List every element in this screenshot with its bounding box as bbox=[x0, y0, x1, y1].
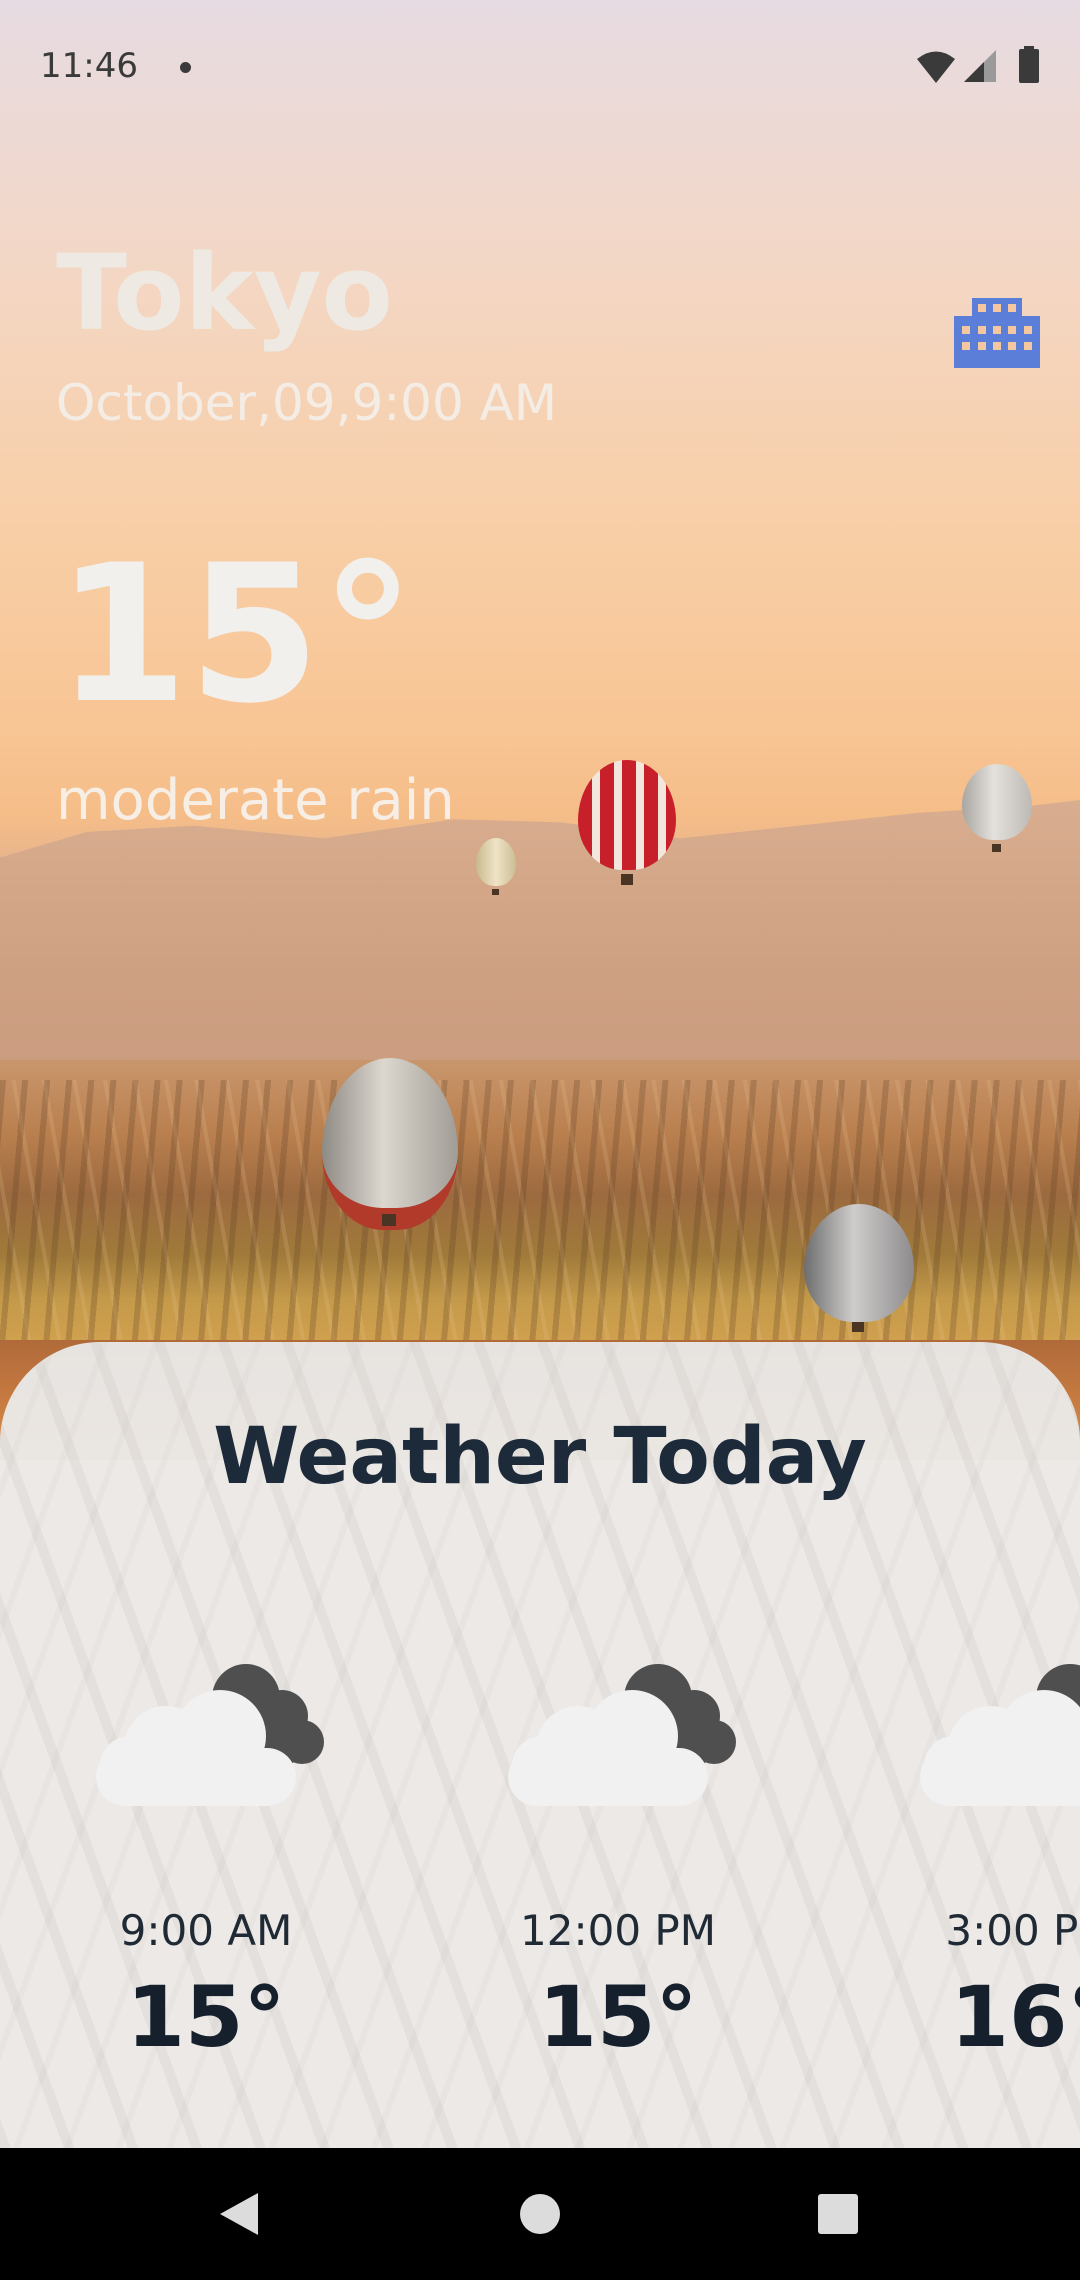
hot-air-balloon-small bbox=[476, 838, 516, 896]
back-icon bbox=[220, 2193, 258, 2235]
status-bar: 11:46 bbox=[0, 0, 1080, 136]
hot-air-balloon-grey bbox=[804, 1204, 914, 1332]
status-time: 11:46 bbox=[40, 46, 138, 86]
forecast-item[interactable]: 9:00 AM 15° bbox=[56, 1656, 356, 2086]
current-temperature: 15° bbox=[56, 524, 416, 745]
weather-today-title: Weather Today bbox=[213, 1412, 867, 1502]
hot-air-balloon-white bbox=[962, 764, 1032, 852]
date-time: October,09,9:00 AM bbox=[56, 374, 558, 432]
weather-condition: moderate rain bbox=[56, 768, 455, 833]
nav-back-button[interactable] bbox=[180, 2148, 300, 2280]
cloudy-icon bbox=[508, 1664, 736, 1806]
forecast-time: 9:00 AM bbox=[119, 1906, 293, 1955]
cellular-signal-icon bbox=[964, 50, 996, 82]
city-name: Tokyo bbox=[56, 232, 393, 354]
forecast-time: 12:00 PM bbox=[520, 1906, 716, 1955]
home-icon bbox=[520, 2194, 560, 2234]
forecast-item[interactable]: 12:00 PM 15° bbox=[468, 1656, 768, 2086]
city-list-button[interactable] bbox=[944, 292, 1048, 374]
navigation-bar bbox=[0, 2148, 1080, 2280]
valley-texture bbox=[0, 1080, 1080, 1360]
wifi-icon bbox=[917, 51, 955, 83]
cloudy-icon bbox=[920, 1664, 1080, 1806]
battery-icon bbox=[1019, 46, 1039, 83]
forecast-temperature: 16° bbox=[950, 1968, 1080, 2066]
forecast-item[interactable]: 3:00 PM 16° bbox=[880, 1656, 1080, 2086]
nav-home-button[interactable] bbox=[480, 2148, 600, 2280]
recents-icon bbox=[818, 2194, 858, 2234]
hot-air-balloon-red bbox=[578, 760, 676, 885]
notification-dot-icon bbox=[180, 62, 191, 73]
forecast-temperature: 15° bbox=[538, 1968, 698, 2066]
nav-recents-button[interactable] bbox=[778, 2148, 898, 2280]
city-buildings-icon bbox=[954, 298, 1040, 368]
weather-background: 11:46 Tokyo October,09,9:00 AM 15° moder… bbox=[0, 0, 1080, 2148]
cloudy-icon bbox=[96, 1664, 324, 1806]
forecast-temperature: 15° bbox=[126, 1968, 286, 2066]
forecast-time: 3:00 PM bbox=[945, 1906, 1080, 1955]
hot-air-balloon-large bbox=[322, 1058, 458, 1230]
